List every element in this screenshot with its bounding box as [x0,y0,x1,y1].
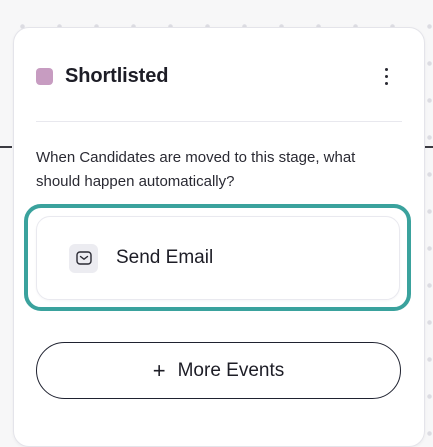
plus-icon: + [152,357,166,383]
more-options-icon[interactable] [378,64,394,88]
stage-color-swatch [36,67,53,85]
stage-card: Shortlisted When Candidates are moved to… [13,27,425,447]
stage-title: Shortlisted [65,64,169,87]
more-events-label: More Events [177,359,285,381]
event-item-send-email[interactable]: Send Email [36,216,400,300]
event-label: Send Email [116,247,214,268]
header-divider [36,121,402,122]
more-events-button[interactable]: + More Events [36,342,401,399]
automation-prompt: When Candidates are moved to this stage,… [36,149,356,190]
stage-header: Shortlisted [36,62,402,90]
connector-line-left [0,146,12,148]
email-icon [69,243,98,273]
